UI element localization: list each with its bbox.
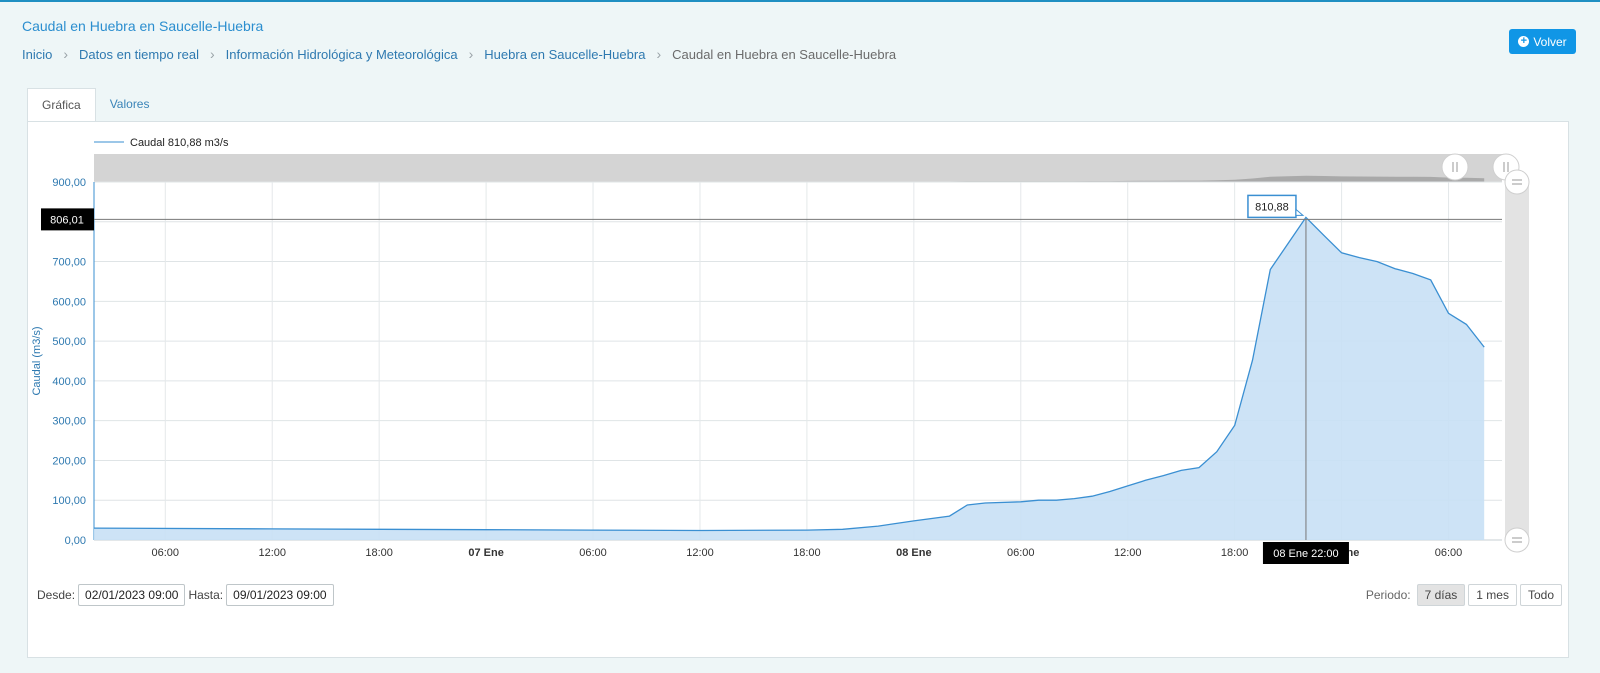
breadcrumb: Inicio › Datos en tiempo real › Informac… <box>22 46 896 62</box>
y-tick-label: 200,00 <box>52 455 86 467</box>
desde-label: Desde: <box>37 588 76 602</box>
breadcrumb-datos-tiempo-real[interactable]: Datos en tiempo real <box>79 47 199 62</box>
y-tick-label: 900,00 <box>52 177 86 189</box>
tab-grafica[interactable]: Gráfica <box>27 88 96 122</box>
tooltip-value: 810,88 <box>1255 201 1289 213</box>
hasta-input[interactable]: 09/01/2023 09:00 <box>226 584 334 606</box>
breadcrumb-huebra-saucelle[interactable]: Huebra en Saucelle-Huebra <box>484 47 645 62</box>
y-tick-label: 400,00 <box>52 376 86 388</box>
y-tick-label: 600,00 <box>52 296 86 308</box>
chevron-right-icon: › <box>468 46 474 62</box>
y-tick-label: 100,00 <box>52 495 86 507</box>
x-tick-label: 06:00 <box>1007 547 1035 559</box>
tab-bar: Gráfica Valores <box>27 88 164 122</box>
scrollbar-handle-bottom[interactable] <box>1504 527 1530 553</box>
y-tick-label: 300,00 <box>52 416 86 428</box>
x-tick-label: 18:00 <box>793 547 821 559</box>
y-tick-label: 500,00 <box>52 336 86 348</box>
crosshair-y-label: 806,01 <box>50 214 84 226</box>
desde-input[interactable]: 02/01/2023 09:00 <box>78 584 186 606</box>
y-tick-label: 0,00 <box>65 535 86 547</box>
vertical-scrollbar-track[interactable] <box>1505 182 1529 540</box>
x-tick-label: 06:00 <box>1435 547 1463 559</box>
breadcrumb-inicio[interactable]: Inicio <box>22 47 52 62</box>
caudal-series-area <box>94 217 1485 540</box>
periodo-label: Periodo: <box>1365 588 1411 602</box>
x-tick-label: 08 Ene <box>896 547 931 559</box>
top-accent-line <box>0 0 1600 2</box>
flow-chart[interactable]: Caudal 810,88 m3/s 0,00 100,00 200,00 300,00… <box>28 122 1568 657</box>
y-axis-title: Caudal (m3/s) <box>31 326 43 395</box>
period-selector: Periodo: 7 días 1 mes Todo <box>1366 584 1562 606</box>
x-tick-label: 18:00 <box>1221 547 1249 559</box>
x-tick-label: 12:00 <box>258 547 286 559</box>
x-tick-label: 07 Ene <box>468 547 503 559</box>
chevron-right-icon: › <box>209 46 215 62</box>
volver-button[interactable]: + Volver <box>1509 29 1576 54</box>
period-todo-button[interactable]: Todo <box>1519 584 1562 606</box>
chevron-right-icon: › <box>656 46 662 62</box>
period-1-mes-button[interactable]: 1 mes <box>1468 584 1517 606</box>
crosshair-x-label: 08 Ene 22:00 <box>1273 548 1338 560</box>
x-tick-label: 12:00 <box>1114 547 1142 559</box>
navigator-handle-left[interactable] <box>1441 153 1469 181</box>
legend-label: Caudal 810,88 m3/s <box>130 137 229 149</box>
y-tick-label: 700,00 <box>52 257 86 269</box>
breadcrumb-current: Caudal en Huebra en Saucelle-Huebra <box>672 46 897 62</box>
chevron-right-icon: › <box>63 46 69 62</box>
plus-circle-icon: + <box>1518 36 1530 47</box>
hasta-label: Hasta: <box>188 588 224 602</box>
x-tick-label: 12:00 <box>686 547 714 559</box>
page-title: Caudal en Huebra en Saucelle-Huebra <box>22 18 264 34</box>
volver-label: Volver <box>1533 34 1567 49</box>
tab-valores[interactable]: Valores <box>96 88 164 120</box>
chart-panel: Caudal 810,88 m3/s 0,00 100,00 200,00 300,00… <box>27 121 1569 658</box>
scrollbar-handle-top[interactable] <box>1504 169 1530 195</box>
period-7-dias-button[interactable]: 7 días <box>1416 584 1466 606</box>
x-tick-label: 06:00 <box>579 547 607 559</box>
x-tick-label: 18:00 <box>365 547 393 559</box>
x-tick-label: 06:00 <box>152 547 180 559</box>
breadcrumb-informacion-hidrologica[interactable]: Información Hidrológica y Meteorológica <box>226 47 458 62</box>
date-range-row: Desde: 02/01/2023 09:00 Hasta: 09/01/202… <box>37 584 337 606</box>
tooltip-pointer <box>1295 208 1305 216</box>
